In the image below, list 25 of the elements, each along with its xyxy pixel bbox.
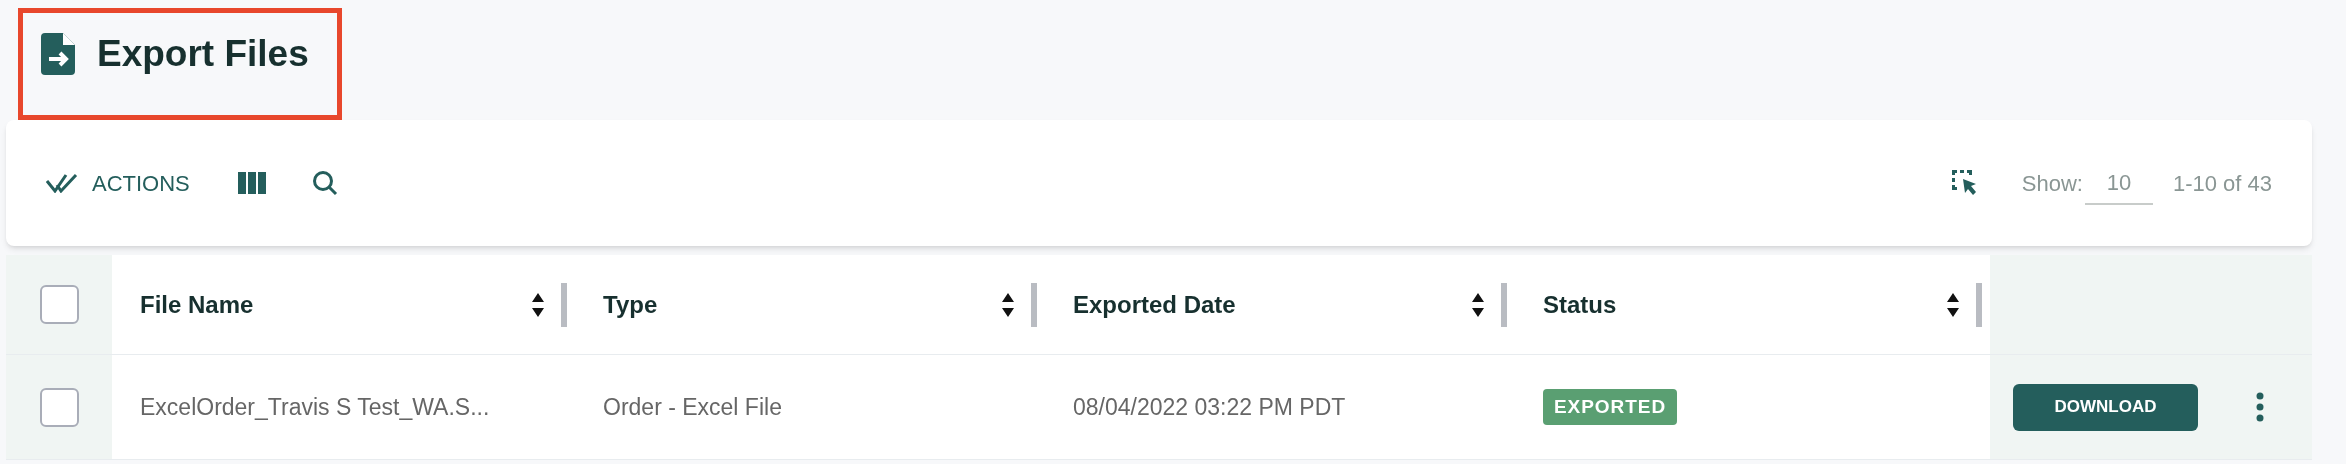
pagination-range: 1-10 of 43 <box>2172 169 2272 198</box>
table-cell-text: Order - Excel File <box>603 392 782 422</box>
sort-icon[interactable] <box>1946 291 1960 318</box>
selection-cursor-icon[interactable] <box>1951 170 1978 196</box>
file-export-icon <box>41 33 75 75</box>
columns-icon[interactable] <box>237 172 266 194</box>
status-badge: EXPORTED <box>1543 388 1678 426</box>
more-options-icon[interactable] <box>2256 392 2264 422</box>
sort-icon[interactable] <box>1471 291 1485 318</box>
table-cell-text: 08/04/2022 03:22 PM PDT <box>1073 392 1346 422</box>
sort-icon[interactable] <box>1001 291 1015 318</box>
column-header[interactable]: File Name <box>140 286 531 323</box>
show-label: Show: <box>2021 169 2083 198</box>
checkbox[interactable] <box>39 387 79 427</box>
checkbox[interactable] <box>39 285 79 324</box>
column-header[interactable]: Status <box>1543 286 1946 323</box>
download-button[interactable]: DOWNLOAD <box>2013 383 2198 431</box>
table-cell-text: ExcelOrder_Travis S Test_WA.S... <box>140 392 490 422</box>
double-check-icon <box>46 173 78 193</box>
search-icon[interactable] <box>311 170 338 196</box>
column-header[interactable]: Type <box>603 286 1001 323</box>
sort-icon[interactable] <box>531 291 545 318</box>
column-header[interactable]: Exported Date <box>1073 286 1471 323</box>
page-title: Export Files <box>97 32 309 77</box>
actions-button[interactable]: ACTIONS <box>46 166 190 200</box>
